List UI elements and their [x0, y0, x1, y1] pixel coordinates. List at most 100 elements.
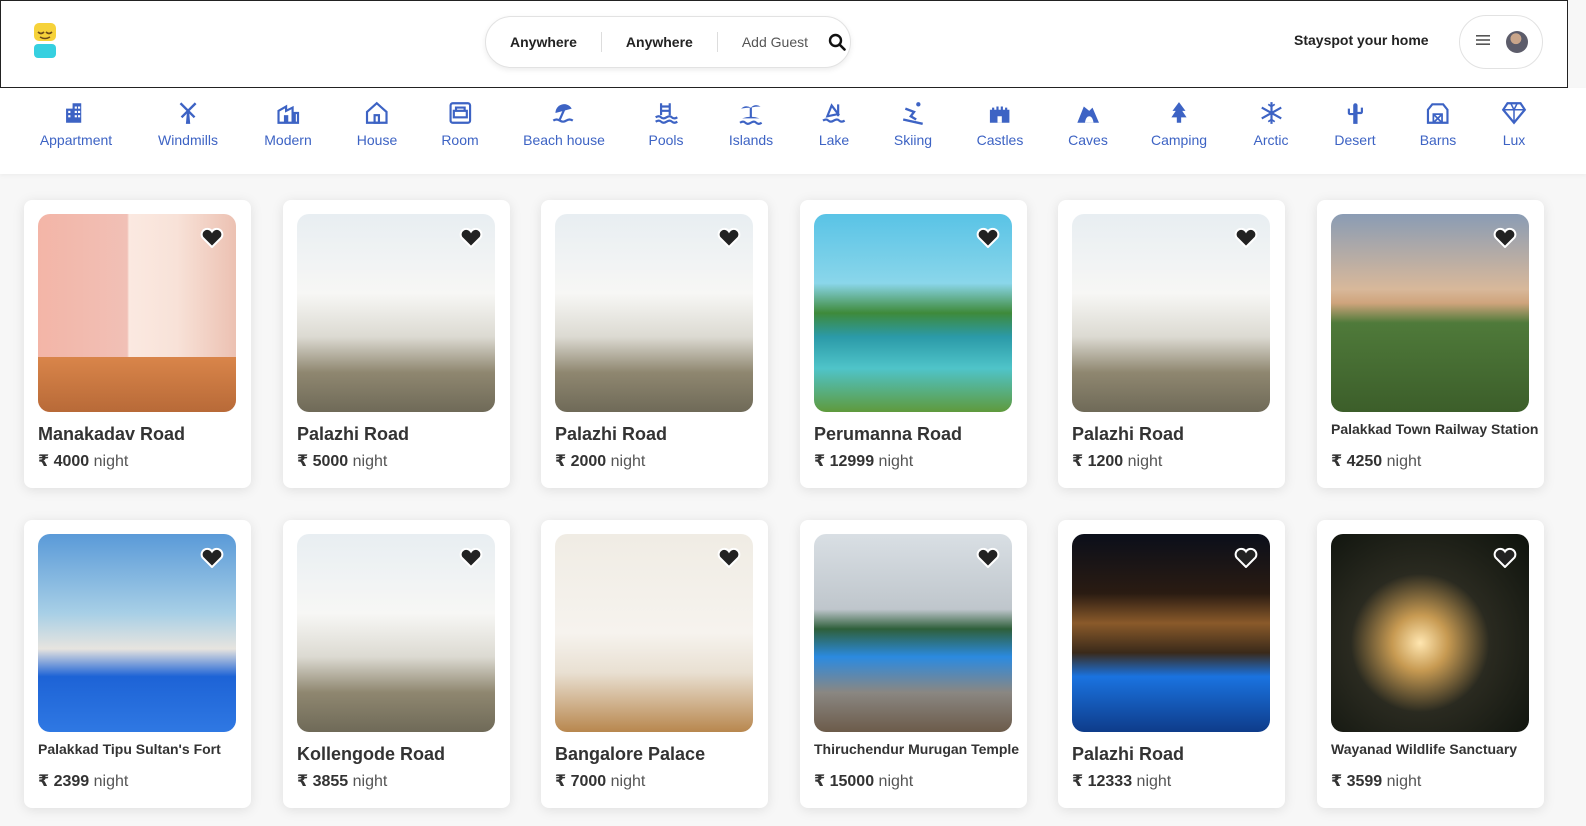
search-guests[interactable]: Add Guest	[718, 32, 822, 52]
avatar	[1506, 31, 1528, 53]
host-link[interactable]: Stayspot your home	[1294, 32, 1429, 48]
category-windmills[interactable]: Windmills	[158, 100, 218, 148]
heart-icon[interactable]	[200, 226, 224, 248]
category-label: Lux	[1502, 132, 1526, 148]
heart-icon[interactable]	[717, 546, 741, 568]
listing-price: ₹ 12333 night	[1072, 773, 1172, 790]
category-label: Beach house	[523, 132, 605, 148]
category-skiing[interactable]: Skiing	[894, 100, 932, 148]
category-label: Caves	[1068, 132, 1108, 148]
listing-card[interactable]: Palazhi Road ₹ 2000 night	[541, 200, 768, 488]
listing-price: ₹ 4250 night	[1331, 453, 1422, 470]
search-dates[interactable]: Anywhere	[602, 32, 718, 52]
listing-title: Perumanna Road	[814, 424, 963, 444]
category-house[interactable]: House	[357, 100, 397, 148]
category-camping[interactable]: Camping	[1151, 100, 1207, 148]
category-desert[interactable]: Desert	[1334, 100, 1376, 148]
category-label: Desert	[1334, 132, 1376, 148]
heart-icon[interactable]	[976, 226, 1000, 248]
search-location[interactable]: Anywhere	[486, 32, 602, 52]
hamburger-icon	[1476, 33, 1490, 51]
heart-icon[interactable]	[1493, 546, 1517, 568]
castle-icon	[990, 106, 1010, 123]
category-label: Barns	[1419, 132, 1457, 148]
category-label: Islands	[728, 132, 774, 148]
listing-title: Wayanad Wildlife Sanctuary	[1331, 741, 1518, 757]
category-label: Room	[441, 132, 479, 148]
listing-price: ₹ 15000 night	[814, 773, 914, 790]
heart-icon[interactable]	[1234, 546, 1258, 568]
apartment-icon	[66, 103, 82, 123]
house-icon	[366, 101, 388, 124]
pool-icon	[654, 103, 678, 124]
category-room[interactable]: Room	[441, 100, 479, 148]
listing-card[interactable]: Bangalore Palace ₹ 7000 night	[541, 520, 768, 808]
category-arctic[interactable]: Arctic	[1254, 100, 1289, 148]
room-icon	[449, 102, 471, 124]
camping-icon	[1171, 102, 1187, 123]
listing-card[interactable]: Palazhi Road ₹ 1200 night	[1058, 200, 1285, 488]
category-label: Arctic	[1253, 132, 1289, 148]
category-label: Skiing	[893, 132, 933, 148]
listing-title: Thiruchendur Murugan Temple	[814, 741, 1020, 757]
category-label: Pools	[648, 132, 684, 148]
logo-icon[interactable]	[31, 21, 59, 61]
beach-icon	[552, 104, 574, 123]
category-pools[interactable]: Pools	[648, 100, 684, 148]
listing-title: Bangalore Palace	[555, 744, 706, 764]
heart-icon[interactable]	[1493, 226, 1517, 248]
listing-title: Palazhi Road	[1072, 424, 1185, 444]
diamond-icon	[1501, 102, 1527, 125]
top-navbar: Anywhere Anywhere Add Guest Stayspot you…	[0, 0, 1568, 88]
listing-price: ₹ 2399 night	[38, 773, 129, 790]
category-caves[interactable]: Caves	[1068, 100, 1108, 148]
listing-card[interactable]: Manakadav Road ₹ 4000 night	[24, 200, 251, 488]
category-modern[interactable]: Modern	[264, 100, 312, 148]
user-menu-button[interactable]	[1459, 15, 1543, 69]
listing-title: Kollengode Road	[297, 744, 445, 764]
heart-icon[interactable]	[1234, 226, 1258, 248]
listing-price: ₹ 4000 night	[38, 453, 129, 470]
skiing-icon	[902, 102, 924, 125]
listing-price: ₹ 2000 night	[555, 453, 646, 470]
category-appartment[interactable]: Appartment	[40, 100, 112, 148]
listing-price: ₹ 3855 night	[297, 773, 388, 790]
listing-title: Palakkad Town Railway Station	[1331, 421, 1539, 437]
cave-icon	[1077, 106, 1099, 123]
listing-card[interactable]: Wayanad Wildlife Sanctuary ₹ 3599 night	[1317, 520, 1544, 808]
listing-card[interactable]: Palazhi Road ₹ 12333 night	[1058, 520, 1285, 808]
listing-price: ₹ 12999 night	[814, 453, 914, 470]
listing-title: Manakadav Road	[38, 424, 186, 444]
listing-card[interactable]: Thiruchendur Murugan Temple ₹ 15000 nigh…	[800, 520, 1027, 808]
barn-icon	[1427, 103, 1449, 124]
listing-card[interactable]: Kollengode Road ₹ 3855 night	[283, 520, 510, 808]
heart-icon[interactable]	[459, 226, 483, 248]
listing-card[interactable]: Palakkad Town Railway Station ₹ 4250 nig…	[1317, 200, 1544, 488]
category-label: Lake	[818, 132, 850, 148]
category-beach-house[interactable]: Beach house	[523, 100, 605, 148]
snowflake-icon	[1260, 102, 1282, 124]
heart-icon[interactable]	[200, 546, 224, 568]
listing-card[interactable]: Palazhi Road ₹ 5000 night	[283, 200, 510, 488]
listing-card[interactable]: Palakkad Tipu Sultan's Fort ₹ 2399 night	[24, 520, 251, 808]
listing-title: Palazhi Road	[555, 424, 668, 444]
listing-price: ₹ 7000 night	[555, 773, 646, 790]
heart-icon[interactable]	[459, 546, 483, 568]
category-lake[interactable]: Lake	[819, 100, 849, 148]
category-label: Windmills	[158, 132, 218, 148]
listing-price: ₹ 5000 night	[297, 453, 388, 470]
heart-icon[interactable]	[976, 546, 1000, 568]
heart-icon[interactable]	[717, 226, 741, 248]
category-label: House	[356, 132, 398, 148]
listing-title: Palakkad Tipu Sultan's Fort	[38, 741, 221, 757]
search-bar[interactable]: Anywhere Anywhere Add Guest	[485, 16, 851, 68]
category-barns[interactable]: Barns	[1419, 100, 1457, 148]
category-label: Modern	[264, 132, 312, 148]
windmill-icon	[179, 102, 197, 124]
search-icon[interactable]	[826, 31, 848, 53]
category-bar: Appartment Windmills Modern House Room B…	[0, 88, 1586, 174]
category-lux[interactable]: Lux	[1501, 100, 1527, 148]
category-castles[interactable]: Castles	[977, 100, 1023, 148]
category-islands[interactable]: Islands	[729, 100, 773, 148]
listing-card[interactable]: Perumanna Road ₹ 12999 night	[800, 200, 1027, 488]
